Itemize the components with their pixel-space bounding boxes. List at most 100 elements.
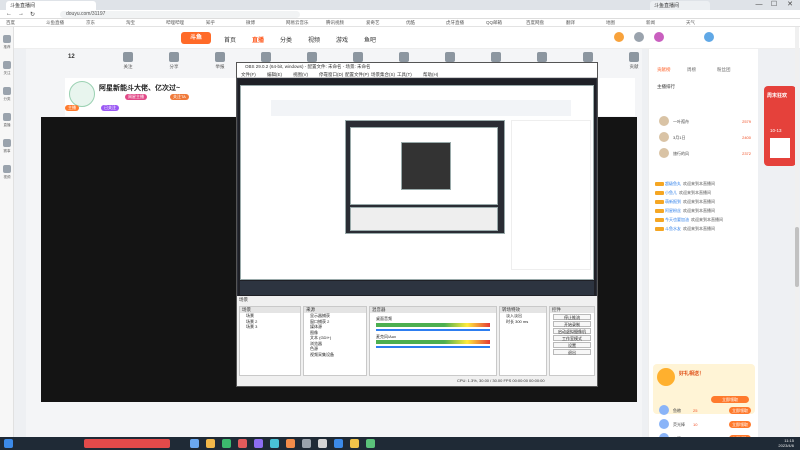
bookmark-item[interactable]: 翻译	[566, 20, 575, 26]
control-button[interactable]: 停止推流	[553, 314, 591, 320]
volume-slider[interactable]	[376, 346, 490, 348]
nav-item[interactable]: 鱼吧	[364, 35, 376, 44]
bookmark-item[interactable]: 天气	[686, 20, 695, 26]
taskbar-notification[interactable]	[84, 439, 170, 448]
bookmark-item[interactable]: 爱奇艺	[366, 20, 380, 26]
bookmark-item[interactable]: 网易云音乐	[286, 20, 309, 26]
chat-username[interactable]: 斗鱼水友	[665, 226, 681, 231]
volume-slider[interactable]	[376, 328, 490, 331]
obs-menu-item[interactable]: 配置文件(P)	[345, 72, 369, 78]
obs-menu-item[interactable]: 停靠窗口(D)	[319, 72, 343, 78]
rank-row[interactable]: 一叶孤舟 2579	[659, 116, 751, 128]
nav-item[interactable]: 游戏	[336, 35, 348, 44]
claim-button[interactable]: 立即领取	[729, 421, 751, 428]
sidebar-icon[interactable]	[3, 165, 11, 173]
toolbar-item[interactable]: 分享	[158, 52, 190, 70]
bookmark-item[interactable]: QQ邮箱	[486, 20, 502, 26]
transition-item[interactable]: 时长 300 ms	[500, 319, 546, 325]
rank-tab[interactable]: 粉丝团	[717, 67, 731, 73]
nav-item[interactable]: 首页	[224, 35, 236, 44]
rank-tab[interactable]: 贡献榜	[657, 67, 671, 73]
page-scrollbar[interactable]	[795, 27, 799, 437]
url-input[interactable]: douyu.com/31197	[60, 11, 300, 18]
taskbar-app-icon[interactable]	[238, 439, 247, 448]
control-button[interactable]: 退出	[553, 349, 591, 355]
taskbar-app-icon[interactable]	[302, 439, 311, 448]
bookmark-item[interactable]: 哔哩哔哩	[166, 20, 184, 26]
sidebar-icon[interactable]	[3, 61, 11, 69]
nav-item[interactable]: 视频	[308, 35, 320, 44]
bookmark-item[interactable]: 地图	[606, 20, 615, 26]
obs-menu-item[interactable]: 工具(T)	[397, 72, 412, 78]
download-icon[interactable]	[704, 32, 714, 42]
sidebar-icon[interactable]	[3, 113, 11, 121]
browser-tab-active[interactable]: 斗鱼直播间	[6, 1, 96, 10]
toolbar-item[interactable]: 贡献	[618, 52, 650, 70]
nav-item[interactable]: 分类	[280, 35, 292, 44]
obs-menu-item[interactable]: 场景集合(S)	[371, 72, 395, 78]
obs-menu-item[interactable]: 文件(F)	[241, 72, 256, 78]
taskbar-app-icon[interactable]	[366, 439, 375, 448]
chat-username[interactable]: 阿星粉丝	[665, 208, 681, 213]
message-icon[interactable]	[634, 32, 644, 42]
user-avatar[interactable]	[654, 32, 664, 42]
nav-item[interactable]: 直播	[252, 35, 264, 44]
bookmark-item[interactable]: 斗鱼直播	[46, 20, 64, 26]
volume-meter[interactable]	[376, 322, 490, 327]
claim-button[interactable]: 立即领取	[729, 407, 751, 414]
chat-username[interactable]: 萌新报到	[665, 199, 681, 204]
control-button[interactable]: 设置	[553, 342, 591, 348]
bookmark-item[interactable]: 虎牙直播	[446, 20, 464, 26]
taskbar-app-icon[interactable]	[334, 439, 343, 448]
obs-menu-item[interactable]: 编辑(E)	[267, 72, 282, 78]
rank-row[interactable]: 3月1日 2400	[659, 132, 751, 144]
control-button[interactable]: 开始录制	[553, 321, 591, 327]
close-icon[interactable]: ✕	[783, 0, 797, 10]
refresh-icon[interactable]: ↻	[30, 11, 35, 18]
forward-icon[interactable]: →	[18, 11, 24, 17]
scene-item[interactable]: 场景 3	[240, 324, 300, 330]
sidebar-icon[interactable]	[3, 139, 11, 147]
float-ad[interactable]: 周末狂欢 10-13	[764, 86, 796, 166]
taskbar-app-icon[interactable]	[350, 439, 359, 448]
taskbar-app-icon[interactable]	[270, 439, 279, 448]
taskbar-app-icon[interactable]	[318, 439, 327, 448]
bookmark-item[interactable]: 淘宝	[126, 20, 135, 26]
bookmark-item[interactable]: 优酷	[406, 20, 415, 26]
bookmark-item[interactable]: 新闻	[646, 20, 655, 26]
chat-username[interactable]: 小鱼儿	[665, 190, 677, 195]
bookmark-item[interactable]: 微博	[246, 20, 255, 26]
minimize-icon[interactable]: —	[752, 0, 766, 10]
obs-menu-item[interactable]: 视图(V)	[293, 72, 308, 78]
taskbar-app-icon[interactable]	[206, 439, 215, 448]
sidebar-icon[interactable]	[3, 87, 11, 95]
bookmark-item[interactable]: 百度网盘	[526, 20, 544, 26]
streamer-avatar[interactable]	[69, 81, 95, 107]
taskbar-app-icon[interactable]	[222, 439, 231, 448]
site-logo[interactable]: 斗鱼	[181, 32, 211, 44]
back-icon[interactable]: ←	[6, 11, 12, 17]
control-button[interactable]: 工作室模式	[553, 335, 591, 341]
control-button[interactable]: 启动虚拟摄像机	[553, 328, 591, 334]
sidebar-icon[interactable]	[3, 35, 11, 43]
bookmark-item[interactable]: 京东	[86, 20, 95, 26]
bookmark-item[interactable]: 腾讯视频	[326, 20, 344, 26]
maximize-icon[interactable]: ☐	[767, 0, 781, 10]
rank-row[interactable]: 旅行的风 2372	[659, 148, 751, 160]
history-icon[interactable]	[614, 32, 624, 42]
tag-follow-ta[interactable]: 关注TA	[170, 94, 189, 100]
source-item[interactable]: 视频采集设备	[304, 352, 366, 358]
taskbar-app-icon[interactable]	[254, 439, 263, 448]
volume-meter[interactable]	[376, 340, 490, 344]
bookmark-item[interactable]: 百度	[6, 20, 15, 26]
bookmark-item[interactable]: 知乎	[206, 20, 215, 26]
toolbar-item[interactable]: 关注	[112, 52, 144, 70]
rank-tab[interactable]: 周榜	[687, 67, 696, 73]
toolbar-item[interactable]: 举报	[204, 52, 236, 70]
chat-username[interactable]: 超级鱼丸	[665, 181, 681, 186]
browser-tab-2[interactable]: 斗鱼直播间	[650, 1, 710, 10]
scrollbar-thumb[interactable]	[795, 227, 799, 287]
obs-menu-item[interactable]: 帮助(H)	[423, 72, 438, 78]
start-icon[interactable]	[4, 439, 13, 448]
taskbar-app-icon[interactable]	[190, 439, 199, 448]
